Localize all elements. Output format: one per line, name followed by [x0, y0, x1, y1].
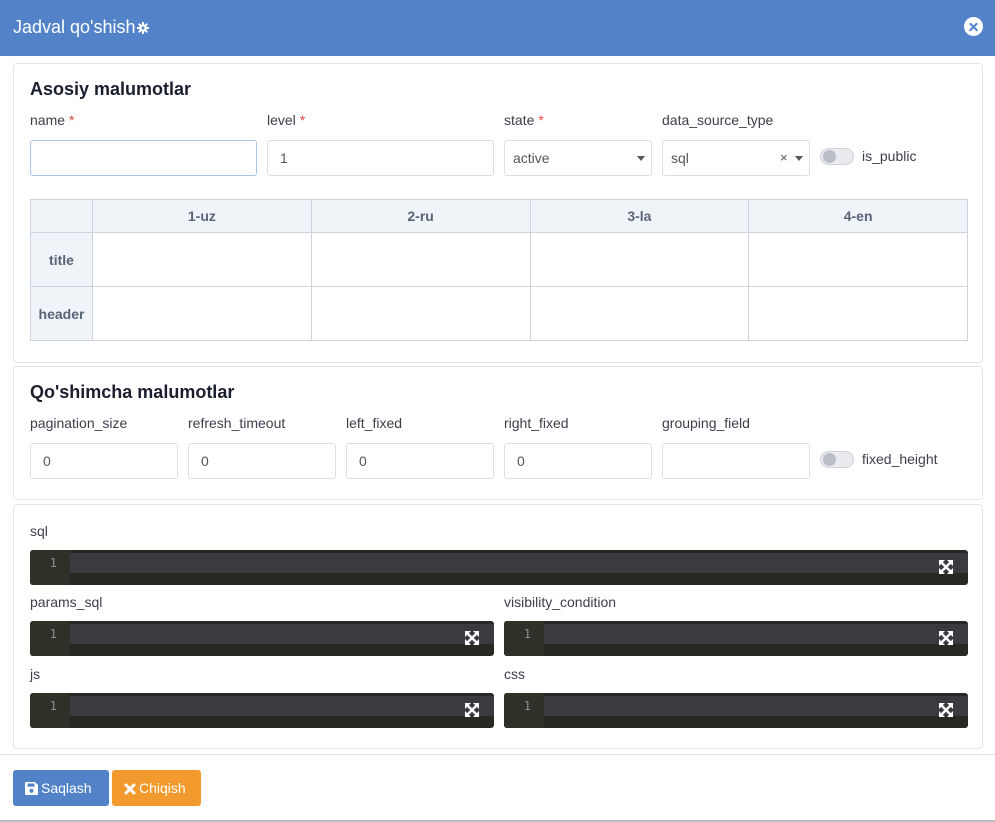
name-label: name * [30, 112, 75, 128]
line-number: 1 [504, 621, 544, 656]
chevron-down-icon [795, 156, 803, 161]
visibility-condition-label: visibility_condition [504, 594, 617, 610]
fixed-height-label: fixed_height [862, 451, 938, 467]
active-line [70, 696, 494, 716]
pagination-size-label: pagination_size [30, 415, 128, 431]
exit-button[interactable]: Chiqish [112, 770, 201, 806]
grouping-field-input[interactable] [662, 443, 810, 479]
code-card: sql 1 params_sql 1 visibility_condition … [13, 504, 983, 749]
fullscreen-icon[interactable] [939, 631, 953, 645]
line-number: 1 [30, 550, 70, 585]
params-sql-editor[interactable]: 1 [30, 621, 494, 656]
fullscreen-icon[interactable] [939, 703, 953, 717]
left-fixed-label: left_fixed [346, 415, 403, 431]
column-header-la: 3-la [529, 199, 750, 233]
toggle-knob [823, 150, 836, 163]
required-mark: * [299, 112, 306, 128]
js-editor[interactable]: 1 [30, 693, 494, 728]
css-label: css [504, 666, 525, 682]
row-header-title: title [30, 232, 93, 287]
header-ru-cell[interactable] [310, 286, 531, 341]
state-value: active [513, 150, 550, 166]
data-source-type-select[interactable]: sql × [662, 140, 810, 176]
pagination-size-input[interactable] [30, 443, 178, 479]
title-la-cell[interactable] [529, 232, 750, 287]
is-public-label: is_public [862, 148, 917, 164]
is-public-toggle[interactable] [820, 148, 854, 165]
right-fixed-label: right_fixed [504, 415, 569, 431]
required-mark: * [69, 112, 75, 128]
header-en-cell[interactable] [748, 286, 968, 341]
line-number: 1 [504, 693, 544, 728]
gear-icon[interactable] [136, 22, 149, 34]
active-line [544, 696, 968, 716]
clear-icon[interactable]: × [780, 141, 788, 175]
active-line [70, 624, 494, 644]
fullscreen-icon[interactable] [465, 631, 479, 645]
sql-label: sql [30, 523, 48, 539]
line-number: 1 [30, 621, 70, 656]
data-source-type-value: sql [671, 150, 689, 166]
column-header-en: 4-en [748, 199, 968, 233]
grouping-field-label: grouping_field [662, 415, 750, 431]
params-sql-label: params_sql [30, 594, 103, 610]
visibility-condition-editor[interactable]: 1 [504, 621, 968, 656]
level-label: level * [267, 112, 306, 128]
close-icon [124, 783, 136, 795]
column-header-uz: 1-uz [92, 199, 312, 233]
left-fixed-input[interactable] [346, 443, 494, 479]
modal-title: Jadval qo'shish [13, 16, 149, 38]
level-input[interactable] [267, 140, 494, 176]
line-number: 1 [30, 693, 70, 728]
toggle-knob [823, 453, 836, 466]
refresh-timeout-label: refresh_timeout [188, 415, 286, 431]
chevron-down-icon [637, 156, 645, 161]
required-mark: * [538, 112, 544, 128]
save-button[interactable]: Saqlash [13, 770, 109, 806]
row-header-header: header [30, 286, 93, 341]
fullscreen-icon[interactable] [465, 703, 479, 717]
title-en-cell[interactable] [748, 232, 968, 287]
css-editor[interactable]: 1 [504, 693, 968, 728]
table-row: title [30, 232, 968, 287]
title-uz-cell[interactable] [92, 232, 312, 287]
extra-info-card: Qo'shimcha malumotlar pagination_size re… [13, 366, 983, 500]
translations-table: 1-uz 2-ru 3-la 4-en title header [30, 199, 968, 341]
footer-divider [0, 754, 995, 755]
state-select[interactable]: active [504, 140, 652, 176]
active-line [544, 624, 968, 644]
name-input[interactable] [30, 140, 257, 176]
basic-info-title: Asosiy malumotlar [30, 79, 192, 99]
table-corner [30, 199, 93, 233]
active-line [70, 553, 968, 573]
js-label: js [30, 666, 41, 682]
title-ru-cell[interactable] [310, 232, 531, 287]
header-la-cell[interactable] [529, 286, 750, 341]
exit-button-label: Chiqish [139, 780, 186, 796]
basic-info-card: Asosiy malumotlar name* level* state* ac… [13, 63, 983, 363]
table-row: header [30, 286, 968, 341]
header-uz-cell[interactable] [92, 286, 312, 341]
refresh-timeout-input[interactable] [188, 443, 336, 479]
fullscreen-icon[interactable] [939, 560, 953, 574]
state-label: state * [504, 112, 544, 128]
extra-info-title: Qo'shimcha malumotlar [30, 382, 235, 402]
sql-editor[interactable]: 1 [30, 550, 968, 585]
fixed-height-toggle[interactable] [820, 451, 854, 468]
modal-header: Jadval qo'shish [0, 0, 995, 56]
floppy-disk-icon [25, 782, 38, 795]
save-button-label: Saqlash [41, 780, 92, 796]
data-source-type-label: data_source_type [662, 112, 774, 128]
right-fixed-input[interactable] [504, 443, 652, 479]
modal-title-text: Jadval qo'shish [13, 17, 136, 37]
close-icon[interactable] [964, 17, 983, 36]
column-header-ru: 2-ru [310, 199, 531, 233]
